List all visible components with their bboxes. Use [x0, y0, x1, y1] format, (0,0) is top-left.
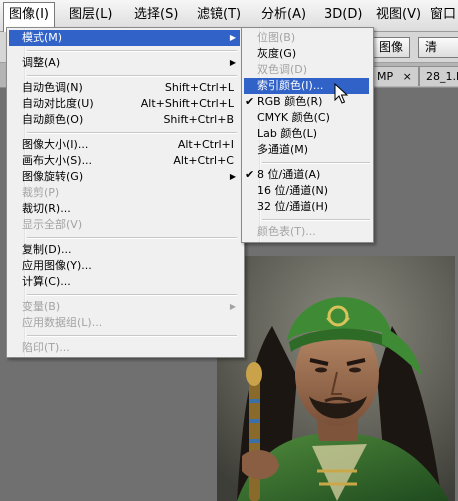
- menu-item-mode[interactable]: 模式(M) ▶: [9, 30, 240, 46]
- menu-item-canvas-size[interactable]: 画布大小(S)... Alt+Ctrl+C: [9, 153, 240, 169]
- document-tab-label: MP: [377, 70, 394, 83]
- checkmark-icon: ✔: [245, 95, 255, 108]
- image-menu: 模式(M) ▶ 调整(A) ▶ 自动色调(N) Shift+Ctrl+L 自动对…: [6, 27, 245, 358]
- menu-item-crop: 裁剪(P): [22, 186, 60, 199]
- clear-button[interactable]: 清: [418, 37, 458, 58]
- menu-item-apply-data-set: 应用数据组(L)...: [22, 316, 103, 329]
- menu-item-image-size[interactable]: 图像大小(I)... Alt+Ctrl+I: [9, 137, 240, 153]
- submenu-item-16-bit[interactable]: 16 位/通道(N): [244, 183, 369, 199]
- menu-window[interactable]: 窗口: [425, 2, 458, 28]
- menu-item-label: 自动对比度(U): [22, 97, 94, 110]
- submenu-item-cmyk-color[interactable]: CMYK 颜色(C): [244, 110, 369, 126]
- shortcut-label: Shift+Ctrl+L: [164, 81, 234, 94]
- submenu-item-color-table: 颜色表(T)...: [257, 225, 316, 238]
- separator: [27, 335, 237, 337]
- menu-item-label: 变量(B): [22, 300, 61, 313]
- shortcut-label: Alt+Ctrl+I: [177, 138, 234, 151]
- menu-item-duplicate[interactable]: 复制(D)...: [9, 242, 240, 258]
- separator: [27, 294, 237, 296]
- shortcut-label: Alt+Ctrl+C: [173, 154, 234, 167]
- menu-filter[interactable]: 滤镜(T): [192, 2, 246, 28]
- menu-select[interactable]: 选择(S): [129, 2, 183, 28]
- menu-item-auto-tone[interactable]: 自动色调(N) Shift+Ctrl+L: [9, 80, 240, 96]
- menu-item-auto-contrast[interactable]: 自动对比度(U) Alt+Shift+Ctrl+L: [9, 96, 240, 112]
- separator: [262, 162, 370, 164]
- menu-item-auto-color[interactable]: 自动颜色(O) Shift+Ctrl+B: [9, 112, 240, 128]
- mode-submenu: 位图(B) 灰度(G) 双色调(D) 索引颜色(I)... ✔ RGB 颜色(R…: [241, 27, 374, 243]
- image-button[interactable]: 图像: [372, 37, 411, 58]
- menu-item-reveal-all: 显示全部(V): [22, 218, 83, 231]
- shortcut-label: Shift+Ctrl+B: [163, 113, 234, 126]
- separator: [27, 75, 237, 77]
- menu-item-apply-image[interactable]: 应用图像(Y)...: [9, 258, 240, 274]
- submenu-arrow-icon: ▶: [229, 58, 236, 67]
- submenu-item-8-bit[interactable]: ✔ 8 位/通道(A): [244, 167, 369, 183]
- shortcut-label: Alt+Shift+Ctrl+L: [140, 97, 234, 110]
- submenu-arrow-icon: ▶: [229, 302, 236, 311]
- menu-item-label: RGB 颜色(R): [257, 95, 323, 108]
- menu-analysis[interactable]: 分析(A): [256, 2, 311, 28]
- menu-item-label: 图像旋转(G): [22, 170, 84, 183]
- submenu-arrow-icon: ▶: [229, 33, 236, 42]
- separator: [262, 219, 370, 221]
- menu-layer[interactable]: 图层(L): [64, 2, 117, 28]
- menu-item-label: 图像大小(I)...: [22, 138, 89, 151]
- submenu-item-duotone: 双色调(D): [257, 63, 308, 76]
- mouse-pointer-icon: [334, 83, 348, 104]
- separator: [27, 50, 237, 52]
- menu-item-adjust[interactable]: 调整(A) ▶: [9, 55, 240, 71]
- submenu-item-multichannel[interactable]: 多通道(M): [244, 142, 369, 158]
- submenu-arrow-icon: ▶: [229, 172, 236, 181]
- submenu-item-rgb-color[interactable]: ✔ RGB 颜色(R): [244, 94, 369, 110]
- menu-item-calculations[interactable]: 计算(C)...: [9, 274, 240, 290]
- menu-item-label: 8 位/通道(A): [257, 168, 321, 181]
- submenu-item-indexed-color[interactable]: 索引颜色(I)...: [244, 78, 369, 94]
- menu-item-image-rotation[interactable]: 图像旋转(G) ▶: [9, 169, 240, 185]
- submenu-item-grayscale[interactable]: 灰度(G): [244, 46, 369, 62]
- submenu-item-32-bit[interactable]: 32 位/通道(H): [244, 199, 369, 215]
- menu-item-variables: 变量(B) ▶: [9, 299, 240, 315]
- menu-3d[interactable]: 3D(D): [319, 2, 367, 28]
- portrait-image: [217, 256, 455, 501]
- submenu-item-lab-color[interactable]: Lab 颜色(L): [244, 126, 369, 142]
- menu-item-label: 画布大小(S)...: [22, 154, 93, 167]
- menu-item-label: 调整(A): [22, 56, 61, 69]
- submenu-item-bitmap: 位图(B): [257, 31, 296, 44]
- menu-item-label: 自动色调(N): [22, 81, 83, 94]
- menu-item-label: 自动颜色(O): [22, 113, 84, 126]
- separator: [27, 132, 237, 134]
- document-tab-2[interactable]: 28_1.E: [419, 66, 458, 86]
- menu-item-label: 模式(M): [22, 31, 63, 44]
- menu-item-trap: 陷印(T)...: [22, 341, 70, 354]
- document-tab[interactable]: MP ×: [370, 66, 419, 86]
- menu-view[interactable]: 视图(V): [371, 2, 426, 28]
- checkmark-icon: ✔: [245, 168, 255, 181]
- menu-item-trim[interactable]: 裁切(R)...: [9, 201, 240, 217]
- close-icon[interactable]: ×: [403, 70, 412, 83]
- separator: [27, 237, 237, 239]
